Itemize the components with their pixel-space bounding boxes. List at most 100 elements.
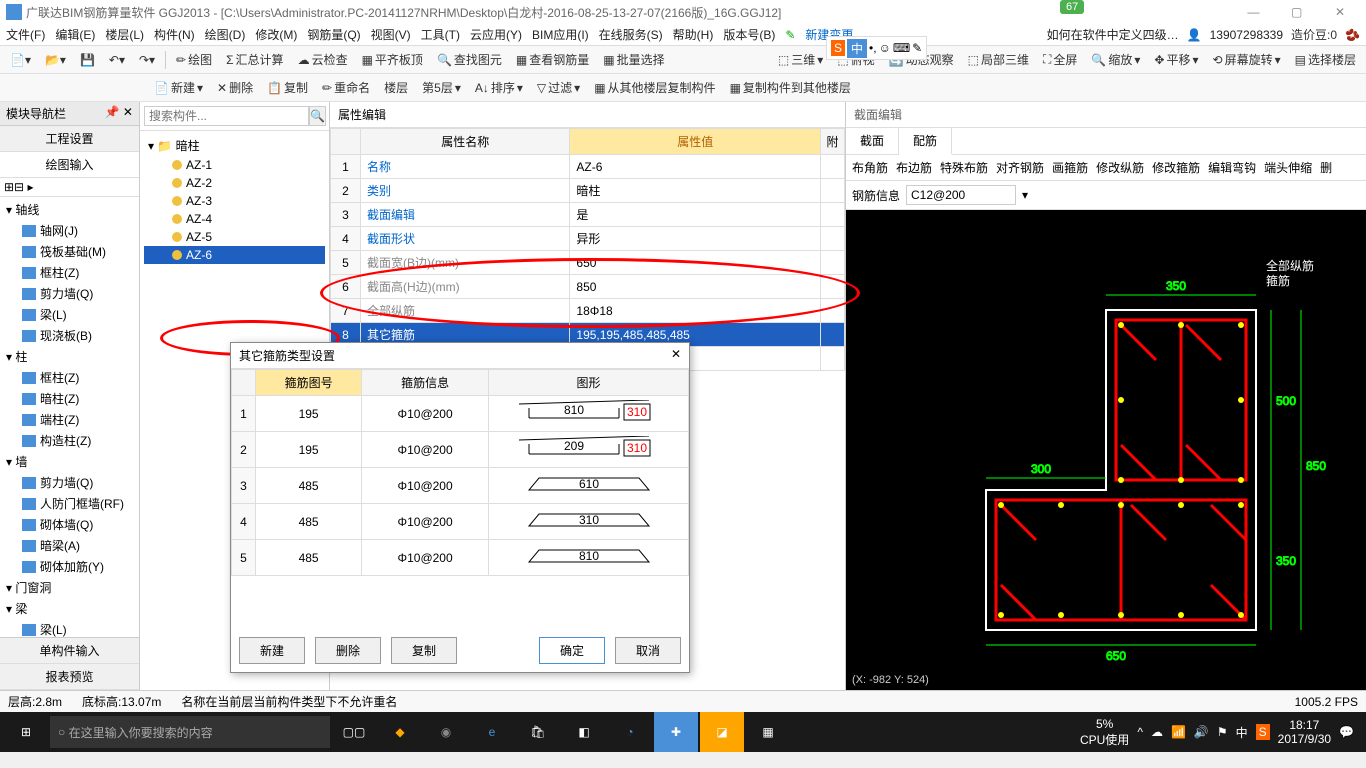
dialog-close-icon[interactable]: ✕ [671,347,681,364]
edge-icon[interactable]: e [470,712,514,752]
help-link[interactable]: 如何在软件中定义四级… [1047,26,1179,43]
app-7[interactable]: ▦ [746,712,790,752]
zoom-button[interactable]: 🔍 缩放▾ [1087,49,1144,70]
section-tool[interactable]: 画箍筋 [1052,159,1088,176]
tree-root[interactable]: ▾ 📁 暗柱 [144,135,325,156]
create-button[interactable]: 📄 新建▾ [150,77,207,98]
floor-select[interactable]: 第5层 ▾ [418,77,465,98]
nav-group[interactable]: ▾ 轴线 [2,199,137,220]
dialog-table[interactable]: 箍筋图号 箍筋信息 图形 1195Φ10@2008103102195Φ10@20… [231,369,689,576]
tray-flag-icon[interactable]: ⚑ [1217,725,1228,739]
copy-to-floor-button[interactable]: ▦ 复制构件到其他楼层 [726,77,855,98]
batch-select-button[interactable]: ▦ 批量选择 [599,49,668,70]
nav-tree-icon[interactable]: ⊞⊟ ▸ [4,180,33,194]
open-file-button[interactable]: 📂▾ [41,51,70,69]
rebar-info-input[interactable] [906,185,1016,205]
menu-online[interactable]: 在线服务(S) [599,26,663,43]
nav-item[interactable]: 暗柱(Z) [2,388,137,409]
store-icon[interactable]: 🛍 [516,712,560,752]
section-tool[interactable]: 特殊布筋 [940,159,988,176]
tray-date[interactable]: 2017/9/30 [1278,732,1331,746]
tray-cloud-icon[interactable]: ☁ [1151,725,1163,739]
component-tree[interactable]: ▾ 📁 暗柱AZ-1AZ-2AZ-3AZ-4AZ-5AZ-6 [140,131,329,268]
app-5[interactable]: ✚ [654,712,698,752]
copy-from-floor-button[interactable]: ▦ 从其他楼层复制构件 [590,77,719,98]
cortana-search[interactable]: ○ 在这里输入你要搜索的内容 [50,716,330,748]
prop-row[interactable]: 6截面高(H边)(mm)850 [331,275,845,299]
menu-bim[interactable]: BIM应用(I) [532,26,589,43]
tree-leaf[interactable]: AZ-1 [144,156,325,174]
nav-item[interactable]: 轴网(J) [2,220,137,241]
dlg-new-button[interactable]: 新建 [239,637,305,664]
rename-button[interactable]: ✏ 重命名 [318,77,374,98]
ime-settings-icon[interactable]: ✎ [912,41,922,55]
nav-group[interactable]: ▾ 门窗洞 [2,577,137,598]
menu-view[interactable]: 视图(V) [371,26,411,43]
section-tool[interactable]: 修改纵筋 [1096,159,1144,176]
ime-mode[interactable]: 中 [847,39,867,58]
tree-leaf[interactable]: AZ-6 [144,246,325,264]
nav-item[interactable]: 梁(L) [2,619,137,637]
section-tool[interactable]: 对齐钢筋 [996,159,1044,176]
align-top-button[interactable]: ▦ 平齐板顶 [358,49,427,70]
taskview-icon[interactable]: ▢▢ [332,712,376,752]
tree-leaf[interactable]: AZ-5 [144,228,325,246]
dlg-cancel-button[interactable]: 取消 [615,637,681,664]
undo-button[interactable]: ↶▾ [105,51,129,69]
prop-row[interactable]: 4截面形状异形 [331,227,845,251]
new-file-button[interactable]: 📄▾ [6,51,35,69]
tray-volume-icon[interactable]: 🔊 [1194,725,1209,739]
search-input[interactable] [144,106,309,126]
nav-item[interactable]: 框柱(Z) [2,262,137,283]
section-canvas[interactable]: 350 500 350 850 300 650 [846,210,1366,690]
prop-row[interactable]: 3截面编辑是 [331,203,845,227]
dlg-row[interactable]: 3485Φ10@200610 [232,468,689,504]
nav-item[interactable]: 砌体墙(Q) [2,514,137,535]
dlg-row[interactable]: 5485Φ10@200810 [232,540,689,576]
tray-sogou-icon[interactable]: S [1256,724,1270,740]
select-floor-button[interactable]: ▤ 选择楼层 [1291,49,1360,70]
dlg-delete-button[interactable]: 删除 [315,637,381,664]
section-tool[interactable]: 布角筋 [852,159,888,176]
section-tool[interactable]: 删 [1320,159,1332,176]
nav-item[interactable]: 剪力墙(Q) [2,283,137,304]
nav-tab-draw[interactable]: 绘图输入 [0,152,139,178]
tray-ime-icon[interactable]: 中 [1236,724,1248,741]
close-button[interactable]: ✕ [1320,5,1360,19]
ime-bar[interactable]: S 中 •, ☺ ⌨ ✎ [826,36,927,60]
menu-cloud[interactable]: 云应用(Y) [470,26,522,43]
tab-section[interactable]: 截面 [846,128,899,154]
copy-button[interactable]: 📋 复制 [263,77,312,98]
menu-tools[interactable]: 工具(T) [421,26,460,43]
user-number[interactable]: 13907298339 [1210,28,1283,42]
dlg-row[interactable]: 2195Φ10@200209310 [232,432,689,468]
rotate-button[interactable]: ⟲ 屏幕旋转▾ [1209,49,1285,70]
section-tool[interactable]: 编辑弯钩 [1208,159,1256,176]
tray-wifi-icon[interactable]: 📶 [1171,725,1186,739]
view-rebar-button[interactable]: ▦ 查看钢筋量 [512,49,593,70]
nav-item[interactable]: 砌体加筋(Y) [2,556,137,577]
app-3[interactable]: ◧ [562,712,606,752]
section-tool[interactable]: 端头伸缩 [1264,159,1312,176]
dlg-copy-button[interactable]: 复制 [391,637,457,664]
tree-leaf[interactable]: AZ-2 [144,174,325,192]
tray-up-icon[interactable]: ^ [1137,725,1143,739]
menu-floor[interactable]: 楼层(L) [105,26,144,43]
dlg-ok-button[interactable]: 确定 [539,637,605,664]
prop-row[interactable]: 7全部纵筋18Φ18 [331,299,845,323]
nav-item[interactable]: 框柱(Z) [2,367,137,388]
nav-item[interactable]: 剪力墙(Q) [2,472,137,493]
nav-group[interactable]: ▾ 墙 [2,451,137,472]
menu-draw[interactable]: 绘图(D) [205,26,246,43]
app-2[interactable]: ◉ [424,712,468,752]
tab-rebar[interactable]: 配筋 [899,128,952,155]
sum-button[interactable]: Σ 汇总计算 [222,49,287,70]
nav-group[interactable]: ▾ 柱 [2,346,137,367]
nav-item[interactable]: 现浇板(B) [2,325,137,346]
nav-item[interactable]: 构造柱(Z) [2,430,137,451]
nav-item[interactable]: 人防门框墙(RF) [2,493,137,514]
menu-rebar[interactable]: 钢筋量(Q) [307,26,360,43]
sort-button[interactable]: A↓ 排序▾ [471,77,527,98]
new-change-icon[interactable]: ✎ [785,28,795,42]
ime-punct-icon[interactable]: •, [869,41,877,55]
